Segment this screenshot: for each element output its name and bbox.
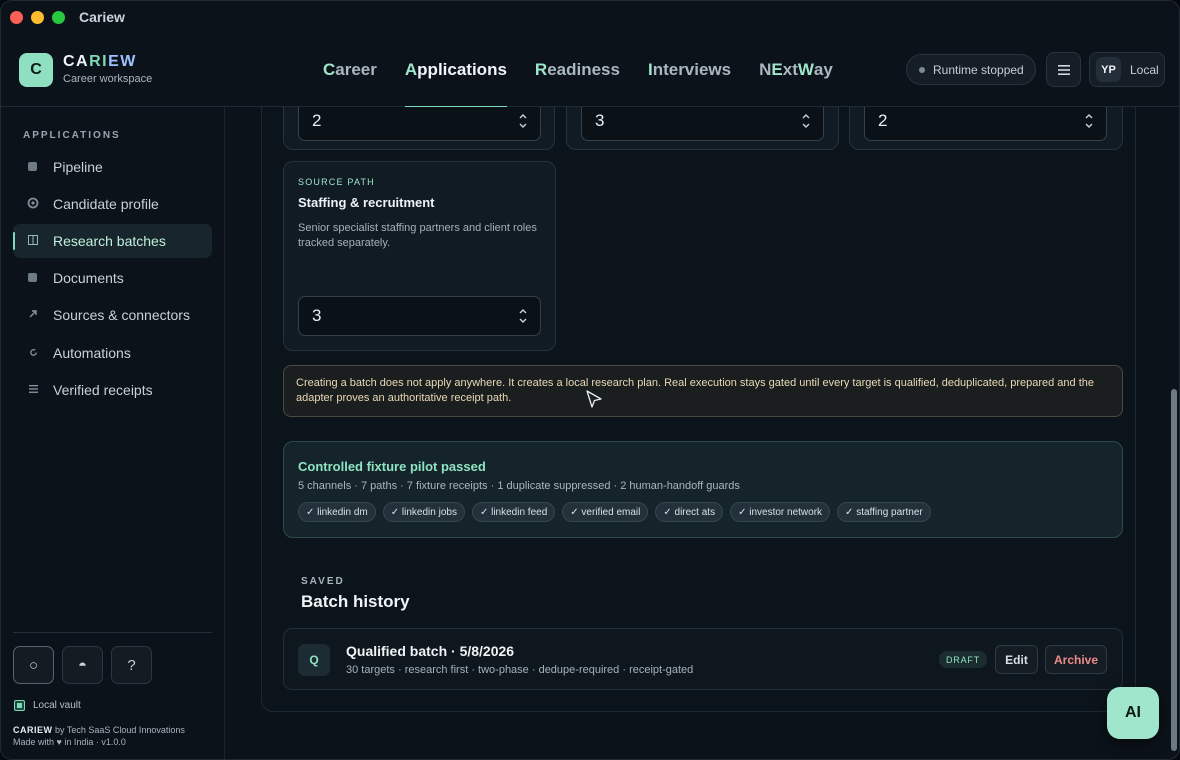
card-description: Senior specialist staffing partners and …: [298, 222, 537, 249]
close-window-button[interactable]: [10, 10, 23, 24]
count-stepper-1[interactable]: 2: [298, 107, 541, 141]
window-title: Cariew: [79, 9, 125, 25]
channel-chips: ✓ linkedin dm ✓ linkedin jobs ✓ linkedin…: [298, 502, 1108, 522]
arrow-up-right-icon: [27, 308, 39, 320]
sidebar-item-documents[interactable]: Documents: [13, 261, 212, 295]
theme-light-button[interactable]: ○: [13, 646, 54, 684]
chip-linkedin-feed: ✓ linkedin feed: [471, 502, 556, 522]
archive-button[interactable]: Archive: [1045, 645, 1107, 674]
source-card-3: 2: [849, 107, 1123, 150]
chip-direct-ats: ✓ direct ats: [655, 502, 724, 522]
theme-contrast-button[interactable]: ◓: [62, 646, 103, 684]
app-window: Cariew C CARIEW Career workspace Career …: [0, 0, 1180, 760]
status-badge: DRAFT: [939, 651, 987, 668]
window-controls: [10, 10, 65, 24]
nav-next-way[interactable]: N Ext Way: [745, 33, 847, 107]
sidebar-item-sources-connectors[interactable]: Sources & connectors: [13, 298, 212, 332]
half-circle-icon: ◓: [77, 656, 88, 674]
square-icon: [28, 162, 37, 171]
nav-interviews[interactable]: Interviews: [634, 33, 745, 107]
maximize-window-button[interactable]: [52, 10, 65, 24]
logo[interactable]: C: [19, 53, 53, 87]
sidebar-item-pipeline[interactable]: Pipeline: [13, 150, 212, 184]
sidebar-item-research-batches[interactable]: Research batches: [13, 224, 212, 258]
user-mode: Local: [1130, 62, 1159, 77]
footer-version: Made with ♥ in India · v1.0.0: [13, 737, 126, 747]
pilot-summary-card: Controlled fixture pilot passed 5 channe…: [283, 441, 1123, 538]
sidebar-tools: ○ ◓ ?: [13, 646, 152, 684]
scrollbar-thumb[interactable]: [1171, 389, 1177, 751]
brand-subtitle: Career workspace: [63, 73, 153, 85]
count-stepper-staffing[interactable]: 3: [298, 296, 541, 336]
brand: CARIEW Career workspace: [63, 53, 152, 85]
edit-button[interactable]: Edit: [995, 645, 1038, 674]
chip-linkedin-jobs: ✓ linkedin jobs: [382, 502, 465, 522]
batch-row[interactable]: Q Qualified batch · 5/8/2026 30 targets …: [283, 628, 1123, 690]
app-header: C CARIEW Career workspace Career Applica…: [1, 33, 1179, 108]
stepper-arrows-icon[interactable]: [801, 111, 811, 131]
mouse-cursor-icon: [586, 390, 602, 408]
menu-button[interactable]: [1046, 52, 1081, 87]
source-card-1: 2: [283, 107, 555, 150]
sidebar-item-verified-receipts[interactable]: Verified receipts: [13, 373, 212, 407]
footer-credit: CARIEW by Tech SaaS Cloud Innovations: [13, 725, 185, 735]
source-card-staffing: SOURCE PATH Staffing & recruitment Senio…: [283, 161, 556, 351]
card-title: Staffing & recruitment: [298, 195, 435, 210]
status-dot-icon: [919, 67, 925, 73]
chip-staffing-partner: ✓ staffing partner: [837, 502, 931, 522]
help-button[interactable]: ?: [111, 646, 152, 684]
main-content: 2 3 2 SOURCE PATH Staffing & recruitment…: [226, 107, 1171, 759]
batch-meta: 30 targets · research first · two-phase …: [346, 664, 694, 676]
stepper-arrows-icon[interactable]: [518, 306, 528, 326]
circle-icon: [27, 197, 39, 209]
columns-icon: [27, 234, 39, 246]
count-stepper-2[interactable]: 3: [581, 107, 824, 141]
title-bar: Cariew: [1, 1, 1179, 33]
chip-linkedin-dm: ✓ linkedin dm: [298, 502, 376, 522]
minimize-window-button[interactable]: [31, 10, 44, 24]
list-icon: [27, 383, 39, 395]
stepper-arrows-icon[interactable]: [1084, 111, 1094, 131]
source-card-2: 3: [566, 107, 839, 150]
refresh-icon: [27, 346, 39, 358]
stepper-arrows-icon[interactable]: [518, 111, 528, 131]
brand-name: CARIEW: [63, 53, 137, 70]
batch-notice: Creating a batch does not apply anywhere…: [283, 365, 1123, 417]
circle-outline-icon: ○: [28, 656, 39, 674]
batch-title: Qualified batch · 5/8/2026: [346, 643, 515, 659]
count-stepper-3[interactable]: 2: [864, 107, 1107, 141]
chip-investor-network: ✓ investor network: [730, 502, 831, 522]
history-eyebrow: SAVED: [301, 576, 345, 587]
sidebar-item-candidate-profile[interactable]: Candidate profile: [13, 187, 212, 221]
chip-verified-email: ✓ verified email: [562, 502, 649, 522]
hamburger-icon: [1057, 64, 1070, 75]
pilot-meta: 5 channels · 7 paths · 7 fixture receipt…: [298, 480, 740, 492]
ai-assistant-button[interactable]: AI: [1107, 687, 1159, 739]
history-title: Batch history: [301, 592, 410, 611]
nav-readiness[interactable]: Readiness: [521, 33, 634, 107]
main-nav: Career Applications Readiness Interviews…: [309, 33, 847, 108]
square-icon: [28, 273, 37, 282]
runtime-status-pill[interactable]: Runtime stopped: [906, 54, 1036, 85]
card-eyebrow: SOURCE PATH: [298, 177, 375, 187]
sidebar-item-automations[interactable]: Automations: [13, 336, 212, 370]
sidebar: APPLICATIONS Pipeline Candidate profile …: [1, 107, 225, 759]
pilot-title: Controlled fixture pilot passed: [298, 459, 486, 474]
local-vault-toggle[interactable]: Local vault: [14, 700, 81, 711]
vault-checkbox[interactable]: [14, 700, 25, 711]
nav-applications[interactable]: Applications: [391, 33, 521, 108]
sidebar-heading: APPLICATIONS: [23, 130, 121, 141]
batch-avatar: Q: [298, 644, 330, 676]
avatar: YP: [1096, 57, 1121, 82]
user-chip[interactable]: YP Local: [1089, 52, 1165, 87]
help-icon: ?: [127, 656, 136, 674]
sidebar-divider: [13, 632, 212, 633]
nav-career[interactable]: Career: [309, 33, 391, 107]
